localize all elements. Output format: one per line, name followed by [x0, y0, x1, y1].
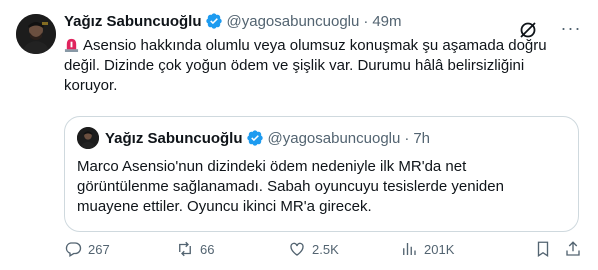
share-icon: [566, 241, 580, 256]
like-icon: [290, 242, 304, 256]
tweet-timestamp[interactable]: 49m: [372, 13, 401, 30]
like-button[interactable]: 2.5K: [288, 240, 339, 258]
share-button[interactable]: [564, 240, 588, 258]
views-button[interactable]: 201K: [400, 240, 454, 258]
tweet-header: Yağız Sabuncuoğlu @yagosabuncuoglu · 49m: [64, 10, 582, 32]
author-name[interactable]: Yağız Sabuncuoğlu: [64, 13, 202, 30]
reply-icon: [65, 242, 82, 257]
header-separator: ·: [363, 12, 369, 30]
verified-badge-icon: [205, 13, 222, 29]
views-count: 201K: [424, 241, 455, 257]
reply-button[interactable]: 267: [64, 240, 110, 258]
quote-header-separator: ·: [404, 129, 410, 147]
bookmark-button[interactable]: [534, 240, 558, 258]
bookmark-icon: [537, 241, 549, 258]
quote-author-avatar: [77, 127, 99, 149]
quoted-tweet[interactable]: Yağız Sabuncuoğlu @yagosabuncuoglu · 7h …: [64, 116, 579, 232]
tweet-content: Yağız Sabuncuoğlu @yagosabuncuoglu · 49m…: [64, 10, 582, 232]
repost-button[interactable]: 66: [176, 240, 214, 258]
tweet-text: Asensio hakkında olumlu veya olumsuz kon…: [64, 36, 569, 96]
author-handle[interactable]: @yagosabuncuoglu: [227, 13, 360, 30]
quote-timestamp: 7h: [413, 129, 431, 147]
siren-emoji-icon: [64, 38, 79, 52]
views-icon: [403, 243, 416, 255]
repost-count: 66: [200, 241, 215, 257]
repost-icon: [179, 241, 191, 257]
quote-author-handle: @yagosabuncuoglu: [267, 129, 401, 147]
tweet-body: Asensio hakkında olumlu veya olumsuz kon…: [64, 37, 547, 94]
quote-text: Marco Asensio'nun dizindeki ödem nedeniy…: [77, 158, 504, 215]
reply-count: 267: [88, 241, 110, 257]
like-count: 2.5K: [312, 241, 339, 257]
more-icon[interactable]: ···: [560, 18, 582, 40]
quote-header: Yağız Sabuncuoğlu @yagosabuncuoglu · 7h: [77, 127, 430, 149]
tweet-actions: 267 66 2.5K 201K: [64, 240, 582, 260]
author-avatar[interactable]: [16, 14, 56, 54]
quote-author-name: Yağız Sabuncuoğlu: [105, 129, 243, 147]
tweet[interactable]: Yağız Sabuncuoğlu @yagosabuncuoglu · 49m…: [0, 0, 598, 270]
grok-icon[interactable]: [518, 20, 538, 40]
verified-badge-icon: [246, 130, 263, 146]
